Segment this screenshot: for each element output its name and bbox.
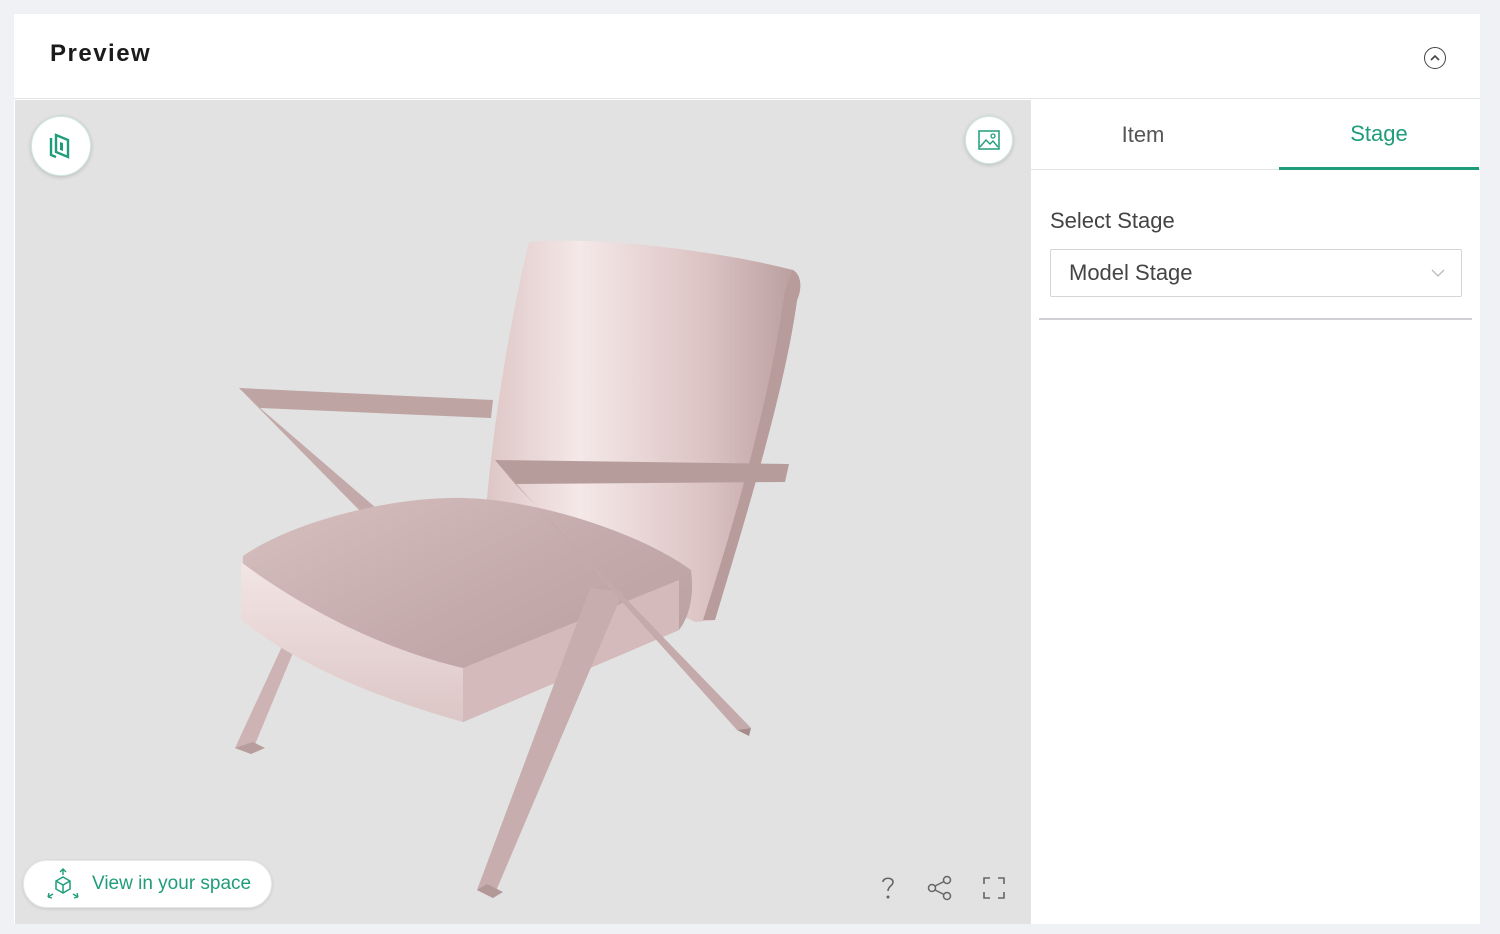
fullscreen-icon[interactable] — [980, 874, 1008, 902]
page-title: Preview — [50, 40, 152, 67]
chevron-up-icon — [1430, 54, 1440, 61]
tab-stage[interactable]: Stage — [1279, 100, 1479, 170]
panel-tabs: Item Stage — [1031, 100, 1480, 170]
view-in-your-space-button[interactable]: View in your space — [23, 860, 272, 908]
question-icon[interactable] — [874, 874, 902, 902]
preview-card: Preview View in your space Item Stage Se… — [14, 14, 1480, 924]
tab-item[interactable]: Item — [1031, 100, 1255, 170]
ar-button-label: View in your space — [92, 873, 252, 894]
settings-panel: Item Stage Select Stage Model Stage — [1030, 100, 1480, 924]
select-stage-label: Select Stage — [1050, 208, 1175, 233]
background-image-button[interactable] — [965, 116, 1013, 164]
brand-logo-icon — [49, 133, 70, 159]
ar-cube-icon — [47, 868, 79, 899]
chevron-down-icon — [1431, 269, 1445, 277]
image-icon — [978, 130, 1000, 150]
collapse-button[interactable] — [1424, 47, 1446, 69]
share-icon[interactable] — [926, 874, 954, 902]
panel-divider — [1039, 318, 1472, 320]
chair-model[interactable] — [15, 100, 1030, 924]
logo-button[interactable] — [31, 116, 91, 176]
model-viewer[interactable]: View in your space — [15, 100, 1030, 924]
preview-header: Preview — [14, 14, 1480, 99]
stage-select[interactable]: Model Stage — [1050, 249, 1462, 297]
stage-select-value: Model Stage — [1069, 260, 1193, 285]
